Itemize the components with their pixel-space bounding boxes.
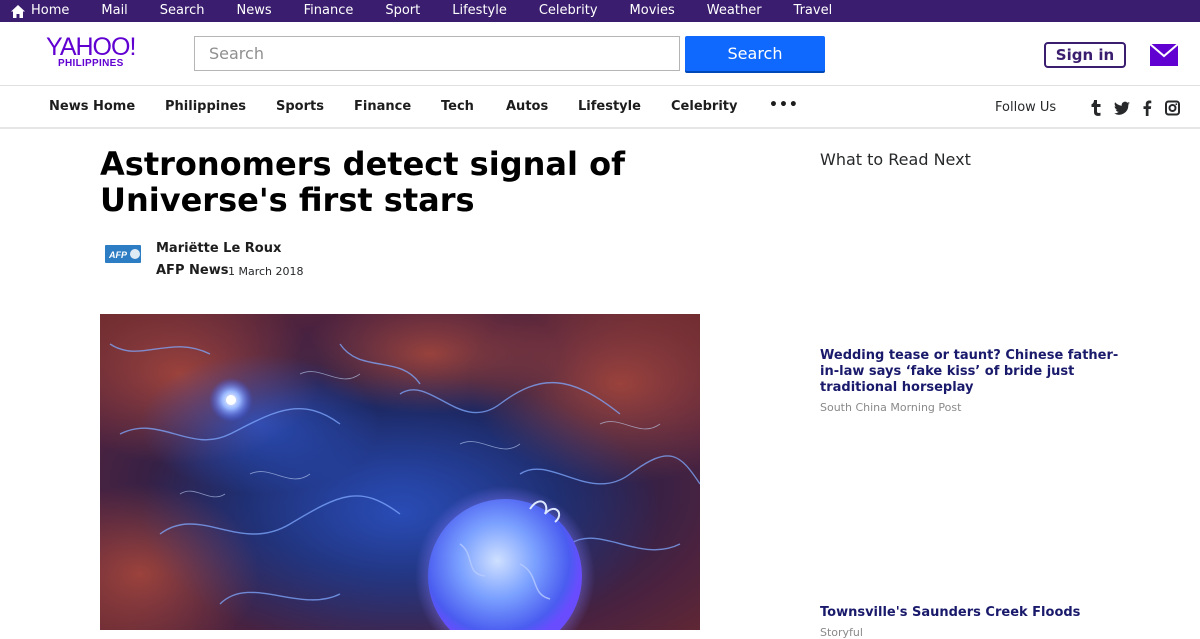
afp-logo: AFP <box>104 242 142 266</box>
twitter-icon[interactable] <box>1114 100 1130 116</box>
search-input[interactable] <box>194 36 680 71</box>
topbar-travel[interactable]: Travel <box>794 0 833 22</box>
topbar-finance[interactable]: Finance <box>304 0 354 22</box>
home-icon <box>11 4 25 18</box>
first-stars-illustration <box>100 314 700 630</box>
nav-philippines[interactable]: Philippines <box>165 86 246 127</box>
nav-lifestyle[interactable]: Lifestyle <box>578 86 641 127</box>
topbar-lifestyle[interactable]: Lifestyle <box>452 0 507 22</box>
topbar-home-label: Home <box>31 3 70 18</box>
topbar-search[interactable]: Search <box>160 0 205 22</box>
nav-more-button[interactable]: ••• <box>769 86 799 127</box>
mail-icon[interactable] <box>1150 44 1178 66</box>
sidebar-story-title[interactable]: Townsville's Saunders Creek Floods <box>820 605 1130 621</box>
topbar-mail[interactable]: Mail <box>101 0 127 22</box>
topbar-weather[interactable]: Weather <box>707 0 762 22</box>
nav-tech[interactable]: Tech <box>441 86 474 127</box>
hero-image <box>100 314 700 630</box>
source-name[interactable]: AFP News <box>156 263 228 278</box>
author-name[interactable]: Mariëtte Le Roux <box>156 241 281 256</box>
top-bar: Home Mail Search News Finance Sport Life… <box>0 0 1200 22</box>
tumblr-icon[interactable] <box>1090 100 1102 116</box>
facebook-icon[interactable] <box>1142 100 1152 116</box>
sidebar-story-title[interactable]: Wedding tease or taunt? Chinese father-i… <box>820 348 1130 396</box>
search-button[interactable]: Search <box>685 36 825 71</box>
yahoo-logo[interactable]: YAHOO! PHILIPPINES <box>46 34 146 74</box>
nav-autos[interactable]: Autos <box>506 86 548 127</box>
article-headline: Astronomers detect signal of Universe's … <box>100 145 625 219</box>
nav-celebrity[interactable]: Celebrity <box>671 86 738 127</box>
nav-sports[interactable]: Sports <box>276 86 324 127</box>
nav-news-home[interactable]: News Home <box>49 86 135 127</box>
what-to-read-next-title: What to Read Next <box>820 150 971 169</box>
nav-finance[interactable]: Finance <box>354 86 411 127</box>
topbar-movies[interactable]: Movies <box>630 0 675 22</box>
topbar-home[interactable]: Home <box>11 0 69 22</box>
logo-region: PHILIPPINES <box>58 58 124 69</box>
sidebar-story-source: South China Morning Post <box>820 401 962 414</box>
publish-date: 1 March 2018 <box>228 265 304 278</box>
topbar-news[interactable]: News <box>236 0 271 22</box>
section-nav: News Home Philippines Sports Finance Tec… <box>0 86 1200 129</box>
header: YAHOO! PHILIPPINES Search Sign in <box>0 22 1200 86</box>
sign-in-button[interactable]: Sign in <box>1044 42 1126 68</box>
topbar-celebrity[interactable]: Celebrity <box>539 0 598 22</box>
logo-wordmark: YAHOO! <box>46 33 136 61</box>
follow-us-label: Follow Us <box>995 100 1057 115</box>
topbar-sport[interactable]: Sport <box>385 0 420 22</box>
instagram-icon[interactable] <box>1165 100 1180 116</box>
afp-logo-text: AFP <box>108 250 128 260</box>
sidebar-story-source: Storyful <box>820 626 863 639</box>
